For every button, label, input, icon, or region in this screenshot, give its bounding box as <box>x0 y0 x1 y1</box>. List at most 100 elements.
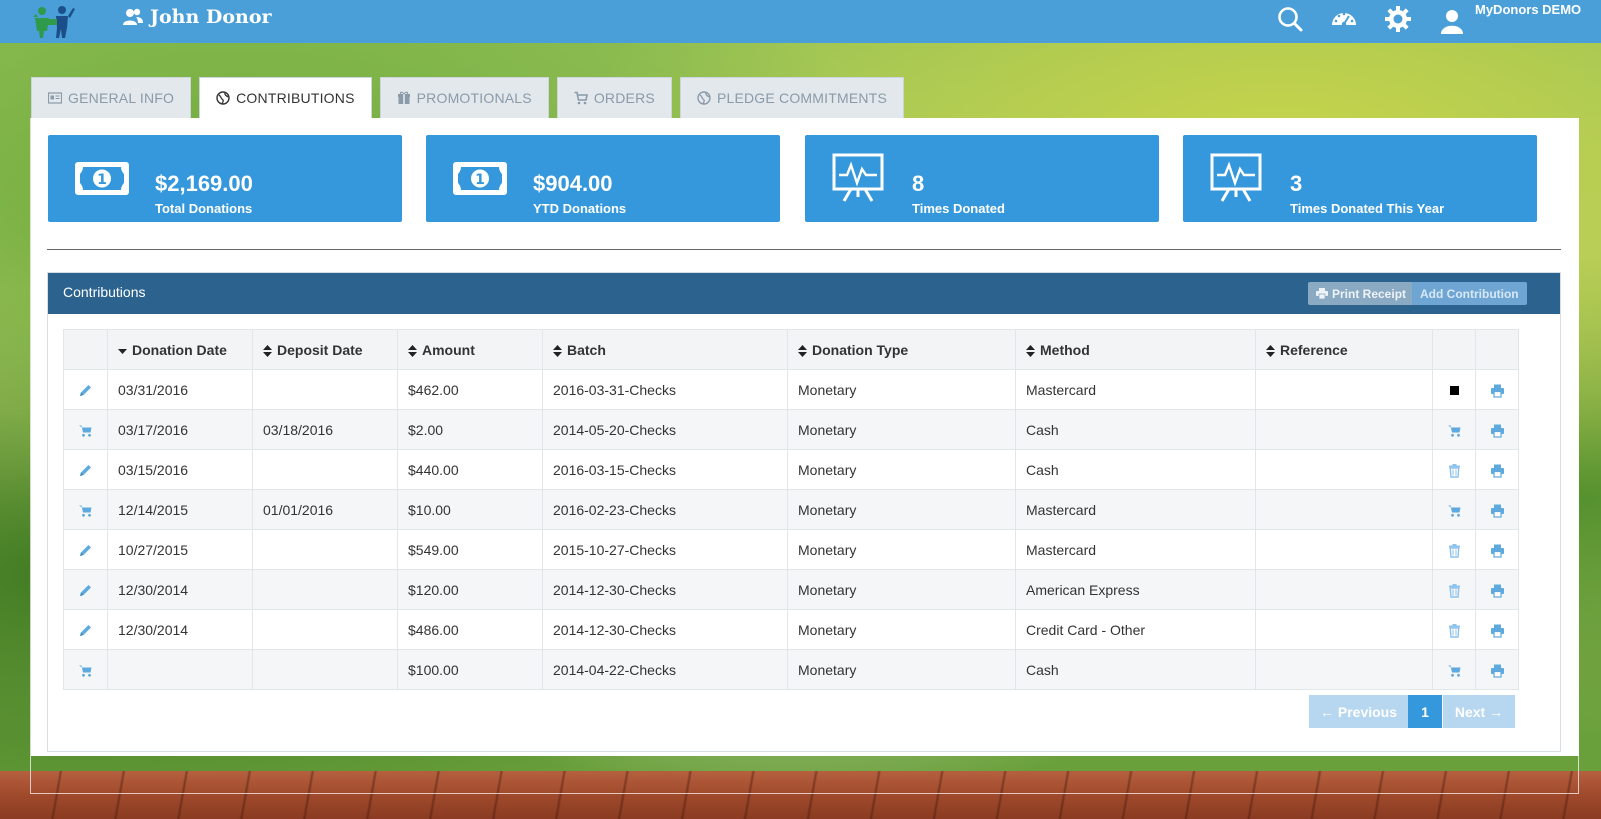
column-label: Amount <box>422 341 475 358</box>
printer-icon[interactable] <box>1490 543 1505 558</box>
printer-icon[interactable] <box>1490 583 1505 598</box>
row-print-cell[interactable] <box>1475 649 1519 690</box>
row-edit-cell[interactable] <box>63 649 108 690</box>
row-action-cell[interactable] <box>1432 609 1476 650</box>
contributions-panel: 1 $2,169.00 Total Donations 1 $904.00 YT… <box>31 118 1579 756</box>
gear-icon[interactable] <box>1384 5 1412 33</box>
row-print-cell[interactable] <box>1475 409 1519 450</box>
column-header-donation-type[interactable]: Donation Type <box>787 329 1016 370</box>
stop-icon[interactable] <box>1447 383 1462 398</box>
app-name: MyDonors DEMO <box>1475 2 1582 17</box>
row-print-cell[interactable] <box>1475 609 1519 650</box>
row-print-cell[interactable] <box>1475 569 1519 610</box>
print-receipt-button[interactable]: Print Receipt <box>1308 282 1415 305</box>
row-print-cell[interactable] <box>1475 369 1519 410</box>
tab-promotionals[interactable]: PROMOTIONALS <box>379 77 549 118</box>
row-edit-cell[interactable] <box>63 489 108 530</box>
printer-icon[interactable] <box>1490 463 1505 478</box>
column-label: Deposit Date <box>277 341 363 358</box>
table-row: $100.00 2014-04-22-Checks Monetary Cash <box>63 649 1519 690</box>
cell-date: 12/30/2014 <box>107 569 253 610</box>
row-action-cell[interactable] <box>1432 449 1476 490</box>
cell-date: 03/31/2016 <box>107 369 253 410</box>
tab-contributions[interactable]: CONTRIBUTIONS <box>199 77 372 118</box>
printer-icon[interactable] <box>1490 383 1505 398</box>
user-icon[interactable] <box>1438 7 1466 35</box>
column-header-amount[interactable]: Amount <box>397 329 543 370</box>
row-action-cell[interactable] <box>1432 569 1476 610</box>
row-action-cell[interactable] <box>1432 369 1476 410</box>
cell-type: Monetary <box>787 609 1016 650</box>
column-header-deposit-date[interactable]: Deposit Date <box>252 329 398 370</box>
cell-reference <box>1255 409 1433 450</box>
pencil-icon[interactable] <box>78 583 93 598</box>
cart-icon[interactable] <box>78 503 93 518</box>
cell-method: Credit Card - Other <box>1015 609 1256 650</box>
stat-card-ytd-donations: 1 $904.00 YTD Donations <box>426 135 780 222</box>
printer-icon[interactable] <box>1490 623 1505 638</box>
printer-icon[interactable] <box>1490 503 1505 518</box>
sort-icon <box>553 344 562 357</box>
next-page-button[interactable]: Next → <box>1443 695 1515 728</box>
dashboard-icon[interactable] <box>1330 5 1358 33</box>
printer-icon <box>1316 288 1328 299</box>
cart-icon[interactable] <box>78 423 93 438</box>
search-icon[interactable] <box>1276 5 1304 33</box>
column-header-reference[interactable]: Reference <box>1255 329 1433 370</box>
tab-label: GENERAL INFO <box>68 90 175 106</box>
pencil-icon[interactable] <box>78 543 93 558</box>
users-icon <box>123 8 143 25</box>
cart-icon[interactable] <box>78 663 93 678</box>
column-header-method[interactable]: Method <box>1015 329 1256 370</box>
row-action-cell[interactable] <box>1432 649 1476 690</box>
table-row: 10/27/2015 $549.00 2015-10-27-Checks Moneta… <box>63 529 1519 570</box>
money-icon: 1 <box>453 162 507 195</box>
tab-label: CONTRIBUTIONS <box>236 90 355 106</box>
trash-icon[interactable] <box>1447 623 1462 638</box>
row-action-cell[interactable] <box>1432 489 1476 530</box>
row-print-cell[interactable] <box>1475 449 1519 490</box>
donor-name-text: John Donor <box>150 6 272 28</box>
page-number-button[interactable]: 1 <box>1408 695 1442 728</box>
row-print-cell[interactable] <box>1475 529 1519 570</box>
logo-icon[interactable] <box>30 4 76 38</box>
trash-icon[interactable] <box>1447 463 1462 478</box>
table-header-row: Donation Date Deposit Date Amount Batch … <box>63 329 1519 370</box>
column-header-batch[interactable]: Batch <box>542 329 788 370</box>
pencil-icon[interactable] <box>78 463 93 478</box>
stat-label: Total Donations <box>155 201 253 216</box>
row-edit-cell[interactable] <box>63 449 108 490</box>
row-print-cell[interactable] <box>1475 489 1519 530</box>
cart-icon[interactable] <box>1447 423 1462 438</box>
tab-pledge-commitments[interactable]: PLEDGE COMMITMENTS <box>679 77 904 118</box>
tab-orders[interactable]: ORDERS <box>556 77 672 118</box>
column-header-action <box>1432 329 1476 370</box>
add-contribution-button[interactable]: Add Contribution <box>1412 282 1527 305</box>
cell-batch: 2016-02-23-Checks <box>542 489 788 530</box>
background-floor <box>0 771 1601 819</box>
row-action-cell[interactable] <box>1432 409 1476 450</box>
row-action-cell[interactable] <box>1432 529 1476 570</box>
pencil-icon[interactable] <box>78 623 93 638</box>
stat-card-total-donations: 1 $2,169.00 Total Donations <box>48 135 402 222</box>
cart-icon[interactable] <box>1447 663 1462 678</box>
trash-icon[interactable] <box>1447 583 1462 598</box>
cell-date: 12/30/2014 <box>107 609 253 650</box>
row-edit-cell[interactable] <box>63 529 108 570</box>
printer-icon[interactable] <box>1490 663 1505 678</box>
pencil-icon[interactable] <box>78 383 93 398</box>
row-edit-cell[interactable] <box>63 409 108 450</box>
table-row: 03/31/2016 $462.00 2016-03-31-Checks Moneta… <box>63 369 1519 410</box>
column-label: Batch <box>567 341 606 358</box>
tab-general-info[interactable]: GENERAL INFO <box>31 77 192 118</box>
cart-icon[interactable] <box>1447 503 1462 518</box>
trash-icon[interactable] <box>1447 543 1462 558</box>
previous-page-button[interactable]: ← Previous <box>1309 695 1408 728</box>
row-edit-cell[interactable] <box>63 609 108 650</box>
row-edit-cell[interactable] <box>63 369 108 410</box>
printer-icon[interactable] <box>1490 423 1505 438</box>
row-edit-cell[interactable] <box>63 569 108 610</box>
stat-label: YTD Donations <box>533 201 627 216</box>
column-header-donation-date[interactable]: Donation Date <box>107 329 253 370</box>
top-navbar: John Donor MyDonors DEMO <box>0 0 1601 43</box>
